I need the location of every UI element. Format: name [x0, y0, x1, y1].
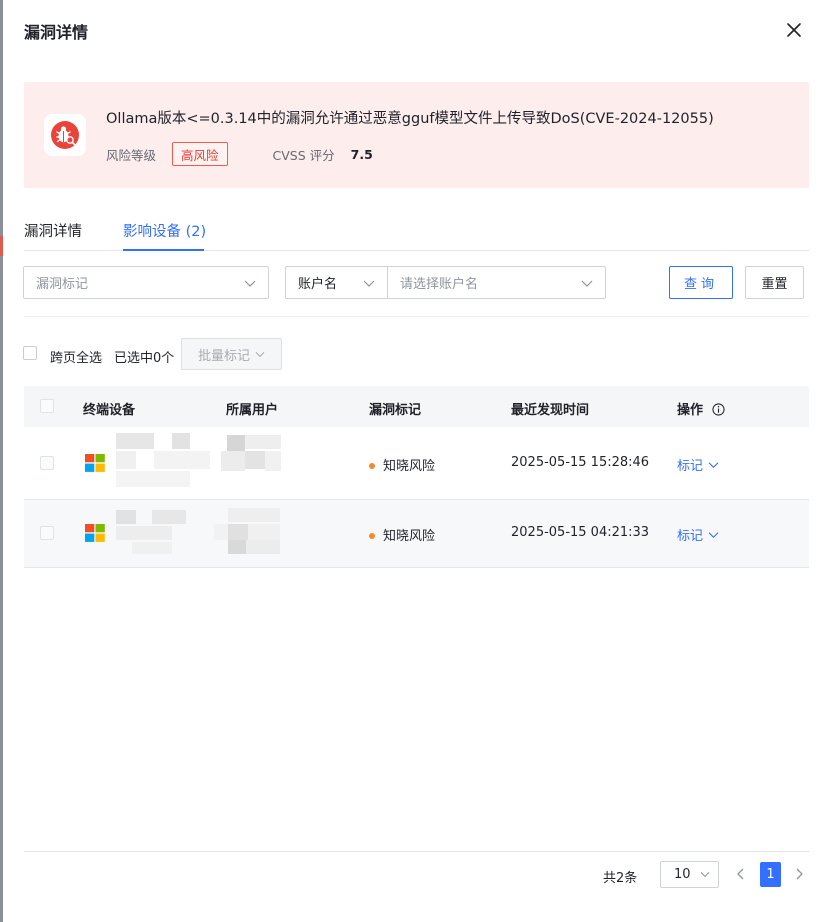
chevron-down-icon [708, 462, 719, 468]
selected-count: 已选中0个 [114, 351, 175, 366]
mark-action-label: 标记 [677, 529, 704, 544]
table-row: 知晓风险 2025-05-15 04:21:33 标记 [24, 500, 809, 568]
tab-vulnerability-details[interactable]: 漏洞详情 [24, 220, 82, 241]
page-size-select[interactable]: 10 [660, 861, 719, 888]
prev-page-button[interactable] [734, 866, 748, 882]
background-page-marker [0, 236, 3, 256]
chevron-left-icon [737, 868, 744, 880]
pagination-total: 共2条 [603, 871, 638, 886]
column-header-time: 最近发现时间 [511, 403, 590, 418]
column-header-mark: 漏洞标记 [369, 403, 422, 418]
filter-divider [24, 316, 809, 317]
close-button[interactable] [782, 18, 806, 42]
column-header-device: 终端设备 [83, 403, 136, 418]
mark-action-label: 标记 [677, 459, 704, 474]
chevron-down-icon [363, 280, 375, 287]
cvss-score-value: 7.5 [350, 146, 373, 162]
dialog-title: 漏洞详情 [24, 23, 89, 42]
risk-level-label: 风险等级 [106, 147, 157, 163]
mark-status-dot [369, 462, 375, 469]
vulnerability-title: Ollama版本<=0.3.14中的漏洞允许通过恶意gguf模型文件上传导致Do… [106, 111, 714, 127]
dialog-header: 漏洞详情 [0, 0, 830, 60]
cross-page-select-label: 跨页全选 [50, 351, 103, 366]
cross-page-select-checkbox[interactable] [23, 346, 37, 360]
user-name-redacted [214, 508, 284, 556]
row-checkbox[interactable] [40, 526, 54, 540]
info-icon[interactable] [711, 403, 725, 416]
chevron-down-icon [708, 532, 719, 538]
vuln-mark-select[interactable]: 漏洞标记 [23, 266, 269, 299]
cvss-score-label: CVSS 评分 [272, 147, 335, 163]
vulnerability-badge [44, 114, 86, 156]
mark-action-link[interactable]: 标记 [677, 525, 719, 544]
mark-value: 知晓风险 [383, 459, 436, 474]
page-number-current[interactable]: 1 [760, 862, 781, 887]
column-header-user: 所属用户 [226, 403, 279, 418]
account-type-select[interactable]: 账户名 [285, 266, 388, 299]
background-page-edge [0, 0, 3, 922]
mark-cell: 知晓风险 [369, 455, 435, 474]
reset-button[interactable]: 重置 [745, 266, 804, 299]
batch-mark-button[interactable]: 批量标记 [181, 338, 282, 370]
column-header-action-label: 操作 [677, 403, 704, 418]
tab-bar: 漏洞详情 影响设备 (2) [24, 210, 809, 251]
vulnerability-summary-banner: Ollama版本<=0.3.14中的漏洞允许通过恶意gguf模型文件上传导致Do… [24, 82, 809, 188]
active-tab-indicator [123, 249, 204, 251]
last-seen-time: 2025-05-15 04:21:33 [511, 525, 650, 540]
user-name-redacted [221, 435, 283, 479]
vulnerability-meta: 风险等级 高风险 CVSS 评分 7.5 [106, 142, 373, 166]
mark-action-link[interactable]: 标记 [677, 455, 719, 474]
mark-status-dot [369, 532, 375, 539]
table-row: 知晓风险 2025-05-15 15:28:46 标记 [24, 427, 809, 500]
table-header: 终端设备 所属用户 漏洞标记 最近发现时间 操作 [24, 386, 809, 427]
chevron-down-icon [244, 280, 256, 287]
device-name-redacted [116, 433, 216, 493]
row-checkbox[interactable] [40, 456, 54, 470]
last-seen-time: 2025-05-15 15:28:46 [511, 455, 650, 470]
mark-cell: 知晓风险 [369, 525, 435, 544]
chevron-down-icon [581, 280, 593, 287]
windows-icon [85, 524, 105, 542]
mark-value: 知晓风险 [383, 529, 436, 544]
query-button[interactable]: 查询 [669, 266, 733, 299]
batch-mark-label: 批量标记 [198, 348, 251, 364]
page-size-value: 10 [674, 867, 691, 882]
device-name-redacted [116, 510, 196, 556]
tab-affected-devices[interactable]: 影响设备 (2) [123, 220, 206, 241]
risk-level-badge: 高风险 [172, 142, 228, 166]
account-name-select[interactable]: 请选择账户名 [387, 266, 606, 299]
windows-icon [85, 454, 105, 472]
chevron-right-icon [796, 868, 803, 880]
column-header-action: 操作 [677, 399, 725, 418]
bug-icon [51, 121, 79, 149]
next-page-button[interactable] [792, 866, 806, 882]
chevron-down-icon [700, 872, 710, 878]
account-name-placeholder: 请选择账户名 [400, 277, 479, 292]
chevron-down-icon [255, 352, 265, 358]
close-icon [787, 23, 801, 37]
footer-divider [24, 851, 809, 852]
vuln-mark-placeholder: 漏洞标记 [36, 277, 89, 292]
select-all-checkbox[interactable] [40, 399, 54, 413]
account-type-value: 账户名 [298, 277, 338, 292]
